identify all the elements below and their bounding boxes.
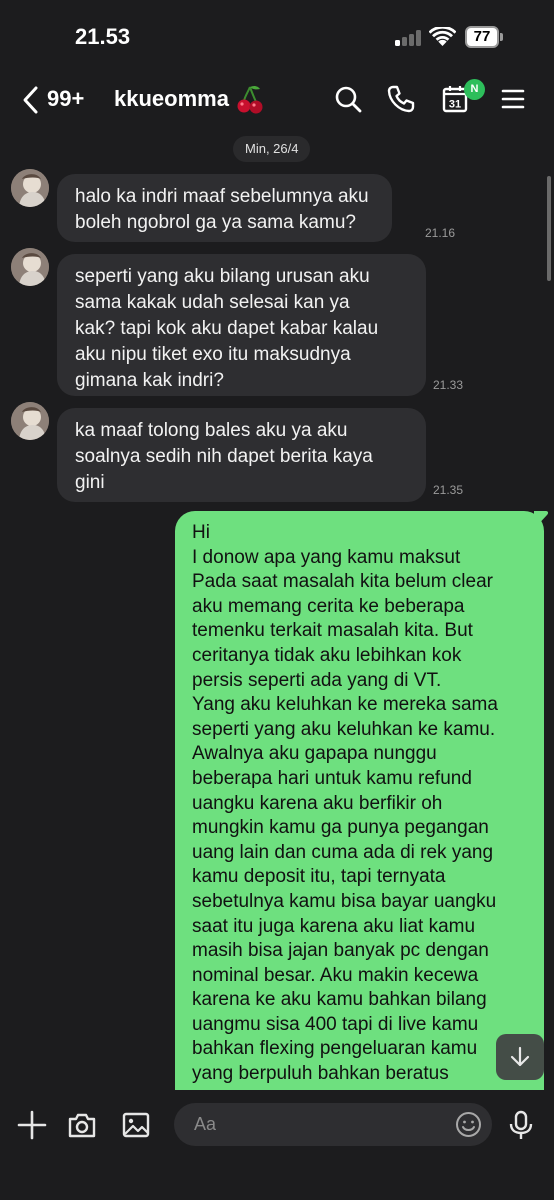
avatar-photo bbox=[11, 248, 49, 286]
avatar-photo bbox=[11, 169, 49, 207]
chat-header: 99+ kkueomma 31 N bbox=[0, 76, 554, 126]
status-time: 21.53 bbox=[75, 24, 131, 49]
message-line: sama kakak udah selesai kan ya bbox=[75, 292, 350, 313]
message-line: ka maaf tolong bales aku ya aku bbox=[75, 420, 348, 441]
status-bar: 21.53 77 bbox=[0, 0, 554, 76]
search-icon[interactable] bbox=[333, 84, 363, 114]
cherry-icon bbox=[237, 85, 263, 114]
message-time: 21.33 bbox=[433, 378, 464, 392]
plus-icon[interactable] bbox=[16, 1109, 48, 1141]
avatar[interactable] bbox=[11, 248, 49, 286]
message-line: boleh ngobrol ga ya sama kamu? bbox=[75, 212, 356, 233]
arrow-down-icon bbox=[510, 1046, 530, 1067]
message-line: gimana kak indri? bbox=[75, 370, 224, 391]
chat-title[interactable]: kkueomma bbox=[114, 86, 229, 112]
menu-icon[interactable] bbox=[498, 84, 528, 114]
message-composer bbox=[0, 1090, 554, 1200]
message-line: gini bbox=[75, 472, 105, 493]
message-line: seperti yang aku bilang urusan aku bbox=[75, 266, 370, 287]
signal-icon bbox=[395, 30, 423, 46]
image-icon[interactable] bbox=[120, 1109, 152, 1141]
chat-area[interactable]: Min, 26/4 halo ka indri maaf sebelumnya … bbox=[0, 126, 554, 1090]
outgoing-message-bubble[interactable]: Hi I donow apa yang kamu maksut Pada saa… bbox=[175, 511, 544, 1090]
battery-icon: 77 bbox=[465, 26, 503, 48]
message-line: halo ka indri maaf sebelumnya aku bbox=[75, 186, 369, 207]
unread-count[interactable]: 99+ bbox=[47, 86, 84, 112]
incoming-message-bubble[interactable]: ka maaf tolong bales aku ya aku soalnya … bbox=[57, 408, 426, 502]
incoming-message-bubble[interactable]: seperti yang aku bilang urusan aku sama … bbox=[57, 254, 426, 396]
camera-icon[interactable] bbox=[66, 1109, 98, 1141]
message-line: soalnya sedih nih dapet berita kaya bbox=[75, 446, 373, 467]
call-icon[interactable] bbox=[386, 84, 416, 114]
calendar-day: 31 bbox=[449, 99, 461, 111]
back-icon[interactable] bbox=[20, 84, 42, 116]
avatar-photo bbox=[11, 402, 49, 440]
date-separator: Min, 26/4 bbox=[233, 136, 311, 162]
mic-icon[interactable] bbox=[505, 1109, 537, 1141]
message-line: kak? tapi kok aku dapet kabar kalau bbox=[75, 318, 379, 339]
avatar[interactable] bbox=[11, 169, 49, 207]
emoji-icon[interactable] bbox=[455, 1111, 482, 1138]
scroll-to-bottom-button[interactable] bbox=[496, 1034, 544, 1080]
message-line: aku nipu tiket exo itu maksudnya bbox=[75, 344, 351, 365]
battery-level: 77 bbox=[473, 28, 491, 45]
message-time: 21.16 bbox=[425, 226, 456, 240]
message-input[interactable] bbox=[174, 1103, 492, 1146]
scrollbar[interactable] bbox=[547, 176, 551, 281]
message-time: 21.35 bbox=[433, 483, 464, 497]
avatar[interactable] bbox=[11, 402, 49, 440]
incoming-message-bubble[interactable]: halo ka indri maaf sebelumnya aku boleh … bbox=[57, 174, 392, 242]
wifi-icon bbox=[429, 27, 456, 46]
calendar-badge: N bbox=[464, 79, 485, 100]
